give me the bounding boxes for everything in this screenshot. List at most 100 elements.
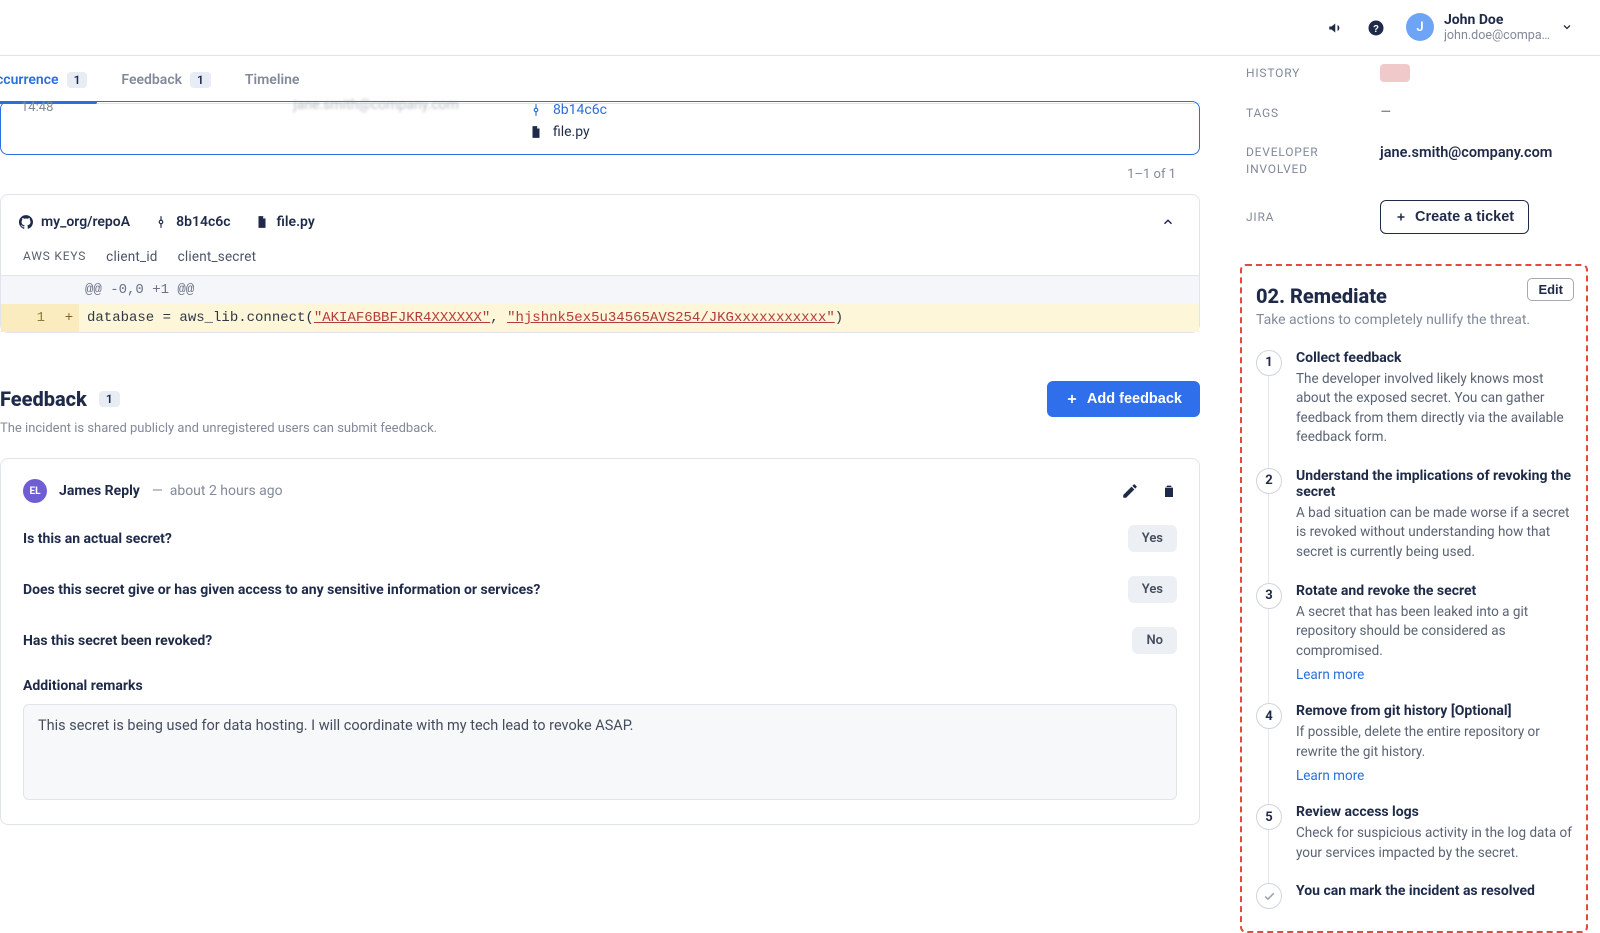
side-key: TAGS	[1246, 106, 1356, 120]
qa-answer: No	[1132, 627, 1177, 654]
remediate-step: 1 Collect feedback The developer involve…	[1256, 350, 1572, 448]
button-label: Create a ticket	[1415, 209, 1514, 225]
remediate-step: 4 Remove from git history [Optional] If …	[1256, 703, 1572, 784]
remediate-title: 02. Remediate	[1256, 284, 1572, 308]
chip-client-id: client_id	[106, 249, 157, 265]
diff-lineno: 1	[1, 304, 59, 332]
diff-line: 1 + database = aws_lib.connect("AKIAF6BB…	[1, 304, 1199, 332]
feedback-card: EL James Reply — about 2 hours ago Is th…	[0, 458, 1200, 825]
file-icon	[529, 125, 543, 139]
tab-count: 1	[67, 72, 88, 88]
remediate-steps: 1 Collect feedback The developer involve…	[1256, 350, 1572, 910]
qa-answer: Yes	[1128, 576, 1177, 603]
step-desc: If possible, delete the entire repositor…	[1296, 723, 1572, 762]
check-icon	[1256, 883, 1282, 909]
code-secret-2: "hjshnk5ex5u34565AVS254/JKGxxxxxxxxxxx"	[507, 310, 835, 326]
add-feedback-button[interactable]: Add feedback	[1047, 381, 1200, 417]
step-desc: A bad situation can be made worse if a s…	[1296, 504, 1572, 563]
file-icon	[255, 215, 269, 229]
avatar: J	[1406, 13, 1434, 41]
github-icon	[19, 215, 33, 229]
edit-icon[interactable]	[1121, 482, 1139, 500]
occurrence-time: 14:48	[21, 100, 53, 115]
chip-client-secret: client_secret	[178, 249, 257, 265]
tab-timeline[interactable]: Timeline	[245, 56, 300, 103]
qa-row: Is this an actual secret? Yes	[23, 525, 1177, 552]
side-row-developer: DEVELOPER INVOLVED jane.smith@company.co…	[1246, 144, 1588, 178]
step-number: 4	[1256, 703, 1282, 729]
step-title: You can mark the incident as resolved	[1296, 883, 1535, 899]
side-panel: HISTORY TAGS – DEVELOPER INVOLVED jane.s…	[1240, 56, 1600, 928]
diff-code: database = aws_lib.connect("AKIAF6BBFJKR…	[79, 304, 1199, 332]
step-title: Remove from git history [Optional]	[1296, 703, 1572, 719]
side-value-empty: –	[1380, 104, 1392, 122]
code-mid: ,	[490, 310, 507, 326]
user-menu[interactable]: J John Doe john.doe@compa…	[1406, 12, 1574, 44]
feedback-avatar: EL	[23, 479, 47, 503]
collapse-toggle[interactable]	[1155, 209, 1181, 235]
occurrence-commit: 8b14c6c	[553, 102, 607, 118]
file-crumb[interactable]: file.py	[255, 214, 315, 230]
learn-more-link[interactable]: Learn more	[1296, 768, 1572, 784]
step-desc: Check for suspicious activity in the log…	[1296, 824, 1572, 863]
remediate-panel: Edit 02. Remediate Take actions to compl…	[1240, 264, 1588, 933]
remediate-step-resolved: You can mark the incident as resolved	[1256, 883, 1572, 909]
step-title: Rotate and revoke the secret	[1296, 583, 1572, 599]
learn-more-link[interactable]: Learn more	[1296, 667, 1572, 683]
announce-icon[interactable]	[1326, 18, 1346, 38]
feedback-time: about 2 hours ago	[170, 483, 283, 499]
qa-row: Has this secret been revoked? No	[23, 627, 1177, 654]
tab-feedback[interactable]: Feedback 1	[121, 56, 210, 103]
code-card: my_org/repoA 8b14c6c file.py	[0, 194, 1200, 333]
commit-icon	[529, 103, 543, 117]
occurrence-file: file.py	[553, 124, 590, 140]
tab-occurrence[interactable]: ccurrence 1	[0, 56, 87, 103]
qa-row: Does this secret give or has given acces…	[23, 576, 1177, 603]
commit-icon	[154, 215, 168, 229]
tab-label: ccurrence	[0, 72, 59, 88]
user-email: john.doe@compa…	[1444, 28, 1550, 43]
tab-count: 1	[190, 72, 211, 88]
sep: —	[152, 483, 163, 499]
step-title: Review access logs	[1296, 804, 1572, 820]
step-number: 3	[1256, 583, 1282, 609]
qa-question: Has this secret been revoked?	[23, 633, 212, 649]
side-row-tags: TAGS –	[1246, 104, 1588, 122]
remediate-edit-button[interactable]: Edit	[1527, 278, 1574, 301]
side-value: jane.smith@company.com	[1380, 144, 1552, 161]
repo-crumb[interactable]: my_org/repoA	[19, 214, 130, 230]
occurrence-dev-email: jane.smith@company.com	[293, 97, 459, 113]
step-number: 1	[1256, 350, 1282, 376]
commit-sha: 8b14c6c	[176, 214, 230, 230]
occurrence-card[interactable]: 14:48 jane.smith@company.com 8b14c6c fil…	[0, 101, 1200, 155]
app-header: ? J John Doe john.doe@compa…	[0, 0, 1600, 56]
remarks-box: This secret is being used for data hosti…	[23, 704, 1177, 800]
help-icon[interactable]: ?	[1366, 18, 1386, 38]
remediate-step: 5 Review access logs Check for suspiciou…	[1256, 804, 1572, 863]
remarks-label: Additional remarks	[23, 678, 1177, 694]
side-key: JIRA	[1246, 210, 1356, 224]
qa-answer: Yes	[1128, 525, 1177, 552]
delete-icon[interactable]	[1161, 482, 1177, 500]
qa-question: Is this an actual secret?	[23, 531, 172, 547]
svg-text:?: ?	[1373, 23, 1379, 34]
feedback-title: Feedback	[0, 387, 87, 411]
user-name: John Doe	[1444, 12, 1550, 29]
step-number: 2	[1256, 468, 1282, 494]
side-row-history: HISTORY	[1246, 64, 1588, 82]
feedback-qa: Is this an actual secret? Yes Does this …	[23, 525, 1177, 654]
button-label: Add feedback	[1087, 391, 1182, 407]
diff-sign: +	[59, 304, 79, 332]
create-ticket-button[interactable]: Create a ticket	[1380, 200, 1529, 234]
tab-label: Feedback	[121, 72, 182, 88]
step-desc: The developer involved likely knows most…	[1296, 370, 1572, 448]
remarks-text: This secret is being used for data hosti…	[38, 717, 633, 734]
pager: 1–1 of 1	[0, 167, 1176, 182]
file-name: file.py	[277, 214, 315, 230]
code-prefix: database = aws_lib.connect(	[87, 310, 314, 326]
step-number: 5	[1256, 804, 1282, 830]
feedback-author: James Reply	[59, 483, 140, 499]
commit-crumb[interactable]: 8b14c6c	[154, 214, 230, 230]
secret-chips: AWS KEYS client_id client_secret	[23, 249, 1181, 265]
code-secret-1: "AKIAF6BBFJKR4XXXXXX"	[314, 310, 490, 326]
